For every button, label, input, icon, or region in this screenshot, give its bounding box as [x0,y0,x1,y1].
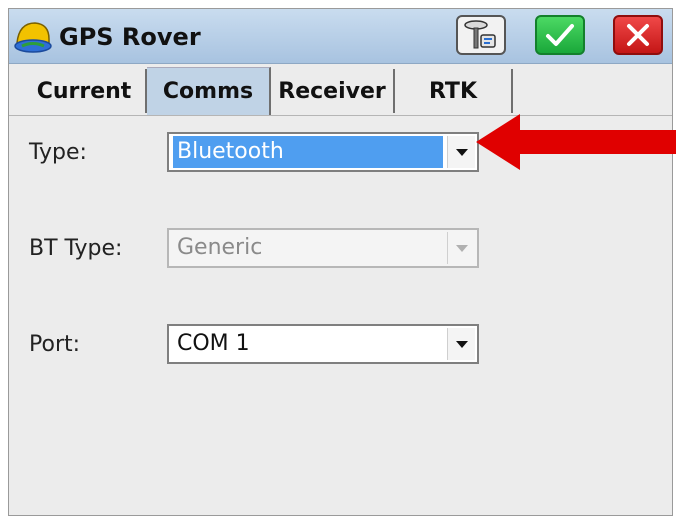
checkmark-icon [546,24,574,46]
window-title: GPS Rover [59,23,201,51]
tab-comms[interactable]: Comms [147,67,271,115]
chevron-down-icon [455,148,468,156]
cancel-button[interactable] [613,15,663,55]
bt-type-label: BT Type: [29,236,123,261]
type-dropdown-button[interactable] [447,136,475,168]
comms-panel: Type: Bluetooth BT Type: Generic Port: C… [9,115,672,515]
title-bar: GPS Rover [9,9,672,64]
gps-rover-window: GPS Rover Current Comms Receiver RTK Typ… [8,8,673,516]
type-label: Type: [29,140,87,165]
close-icon [627,24,649,46]
type-select[interactable]: Bluetooth [167,132,479,172]
chevron-down-icon [455,244,468,252]
chevron-down-icon [455,340,468,348]
port-value: COM 1 [177,331,250,356]
type-value: Bluetooth [173,136,443,168]
tab-rtk[interactable]: RTK [395,69,513,113]
annotation-arrow-icon [476,114,676,170]
bt-type-select: Generic [167,228,479,268]
ok-button[interactable] [535,15,585,55]
receiver-button[interactable] [456,15,506,55]
tab-receiver[interactable]: Receiver [271,69,395,113]
bt-type-dropdown-button [447,232,475,264]
port-select[interactable]: COM 1 [167,324,479,364]
tab-current[interactable]: Current [23,69,147,113]
receiver-icon [464,20,496,49]
app-helmet-icon [14,22,52,53]
port-label: Port: [29,332,81,357]
port-dropdown-button[interactable] [447,328,475,360]
bt-type-value: Generic [177,235,263,260]
